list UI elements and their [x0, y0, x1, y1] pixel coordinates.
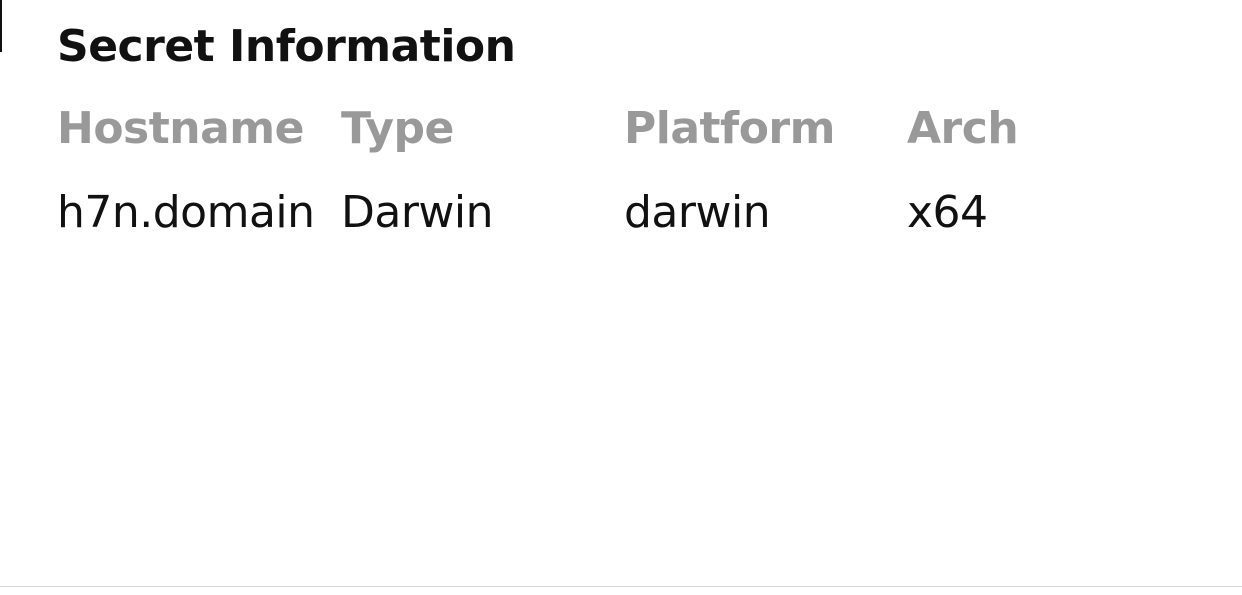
table-header-row: Hostname Type Platform Arch	[57, 100, 1107, 184]
cell-type: Darwin	[341, 187, 494, 238]
column-header-type: Type	[341, 103, 454, 154]
cell-platform: darwin	[624, 187, 771, 238]
cell-arch: x64	[907, 187, 988, 238]
table-header: Hostname Type Platform Arch	[57, 100, 1107, 184]
panel-title: Secret Information	[57, 21, 516, 72]
secret-info-table: Hostname Type Platform Arch h7n.domain D…	[57, 100, 1107, 242]
cell-hostname: h7n.domain	[57, 187, 315, 238]
column-header-arch: Arch	[907, 103, 1019, 154]
column-header-platform: Platform	[624, 103, 835, 154]
column-header-hostname: Hostname	[57, 103, 304, 154]
secret-information-panel: Secret Information Hostname Type Platfor…	[0, 0, 1242, 587]
table-body: h7n.domain Darwin darwin x64	[57, 184, 1107, 242]
window-edge-marker	[0, 0, 2, 52]
table-row: h7n.domain Darwin darwin x64	[57, 184, 1107, 242]
